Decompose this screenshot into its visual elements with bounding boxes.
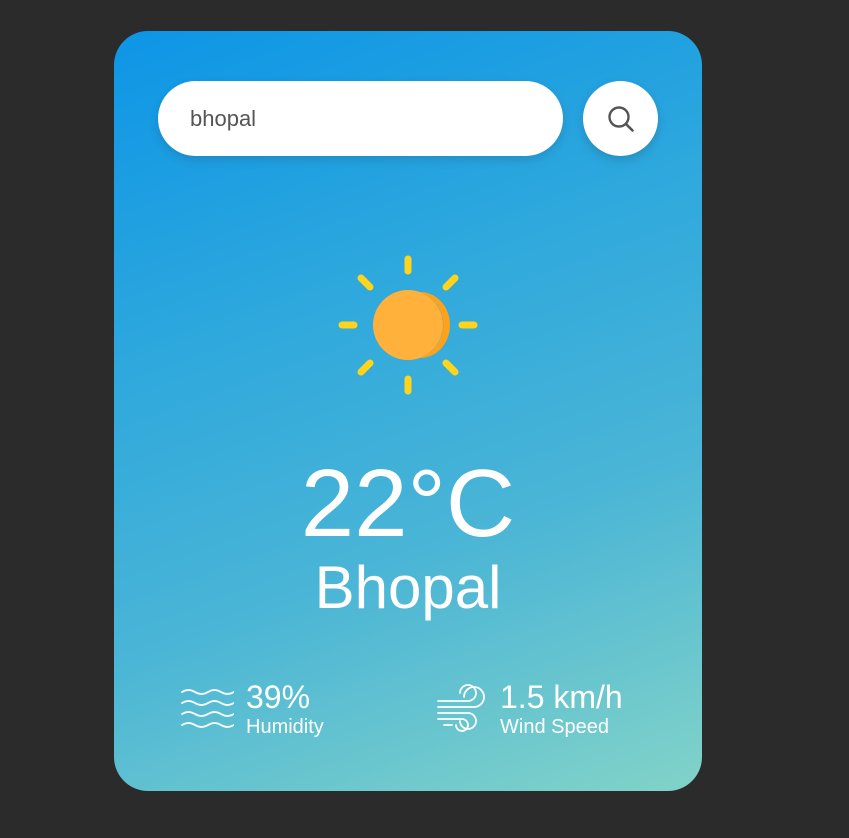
humidity-label: Humidity: [246, 716, 324, 738]
weather-card: 22°C Bhopal 39% Humidity: [114, 31, 702, 791]
humidity-value: 39%: [246, 679, 311, 715]
humidity-detail: 39% Humidity: [180, 679, 324, 739]
search-icon: [607, 105, 634, 132]
city-name: Bhopal: [314, 554, 502, 621]
search-button[interactable]: [583, 81, 658, 156]
temperature: 22°C: [300, 450, 516, 557]
wind-detail: 1.5 km/h Wind Speed: [434, 679, 623, 739]
wind-icon: [437, 684, 485, 732]
humidity-icon: [181, 689, 234, 728]
wind-value: 1.5 km/h: [500, 679, 623, 715]
sun-icon: [338, 255, 478, 395]
search-input[interactable]: [158, 81, 563, 156]
wind-label: Wind Speed: [500, 716, 609, 738]
